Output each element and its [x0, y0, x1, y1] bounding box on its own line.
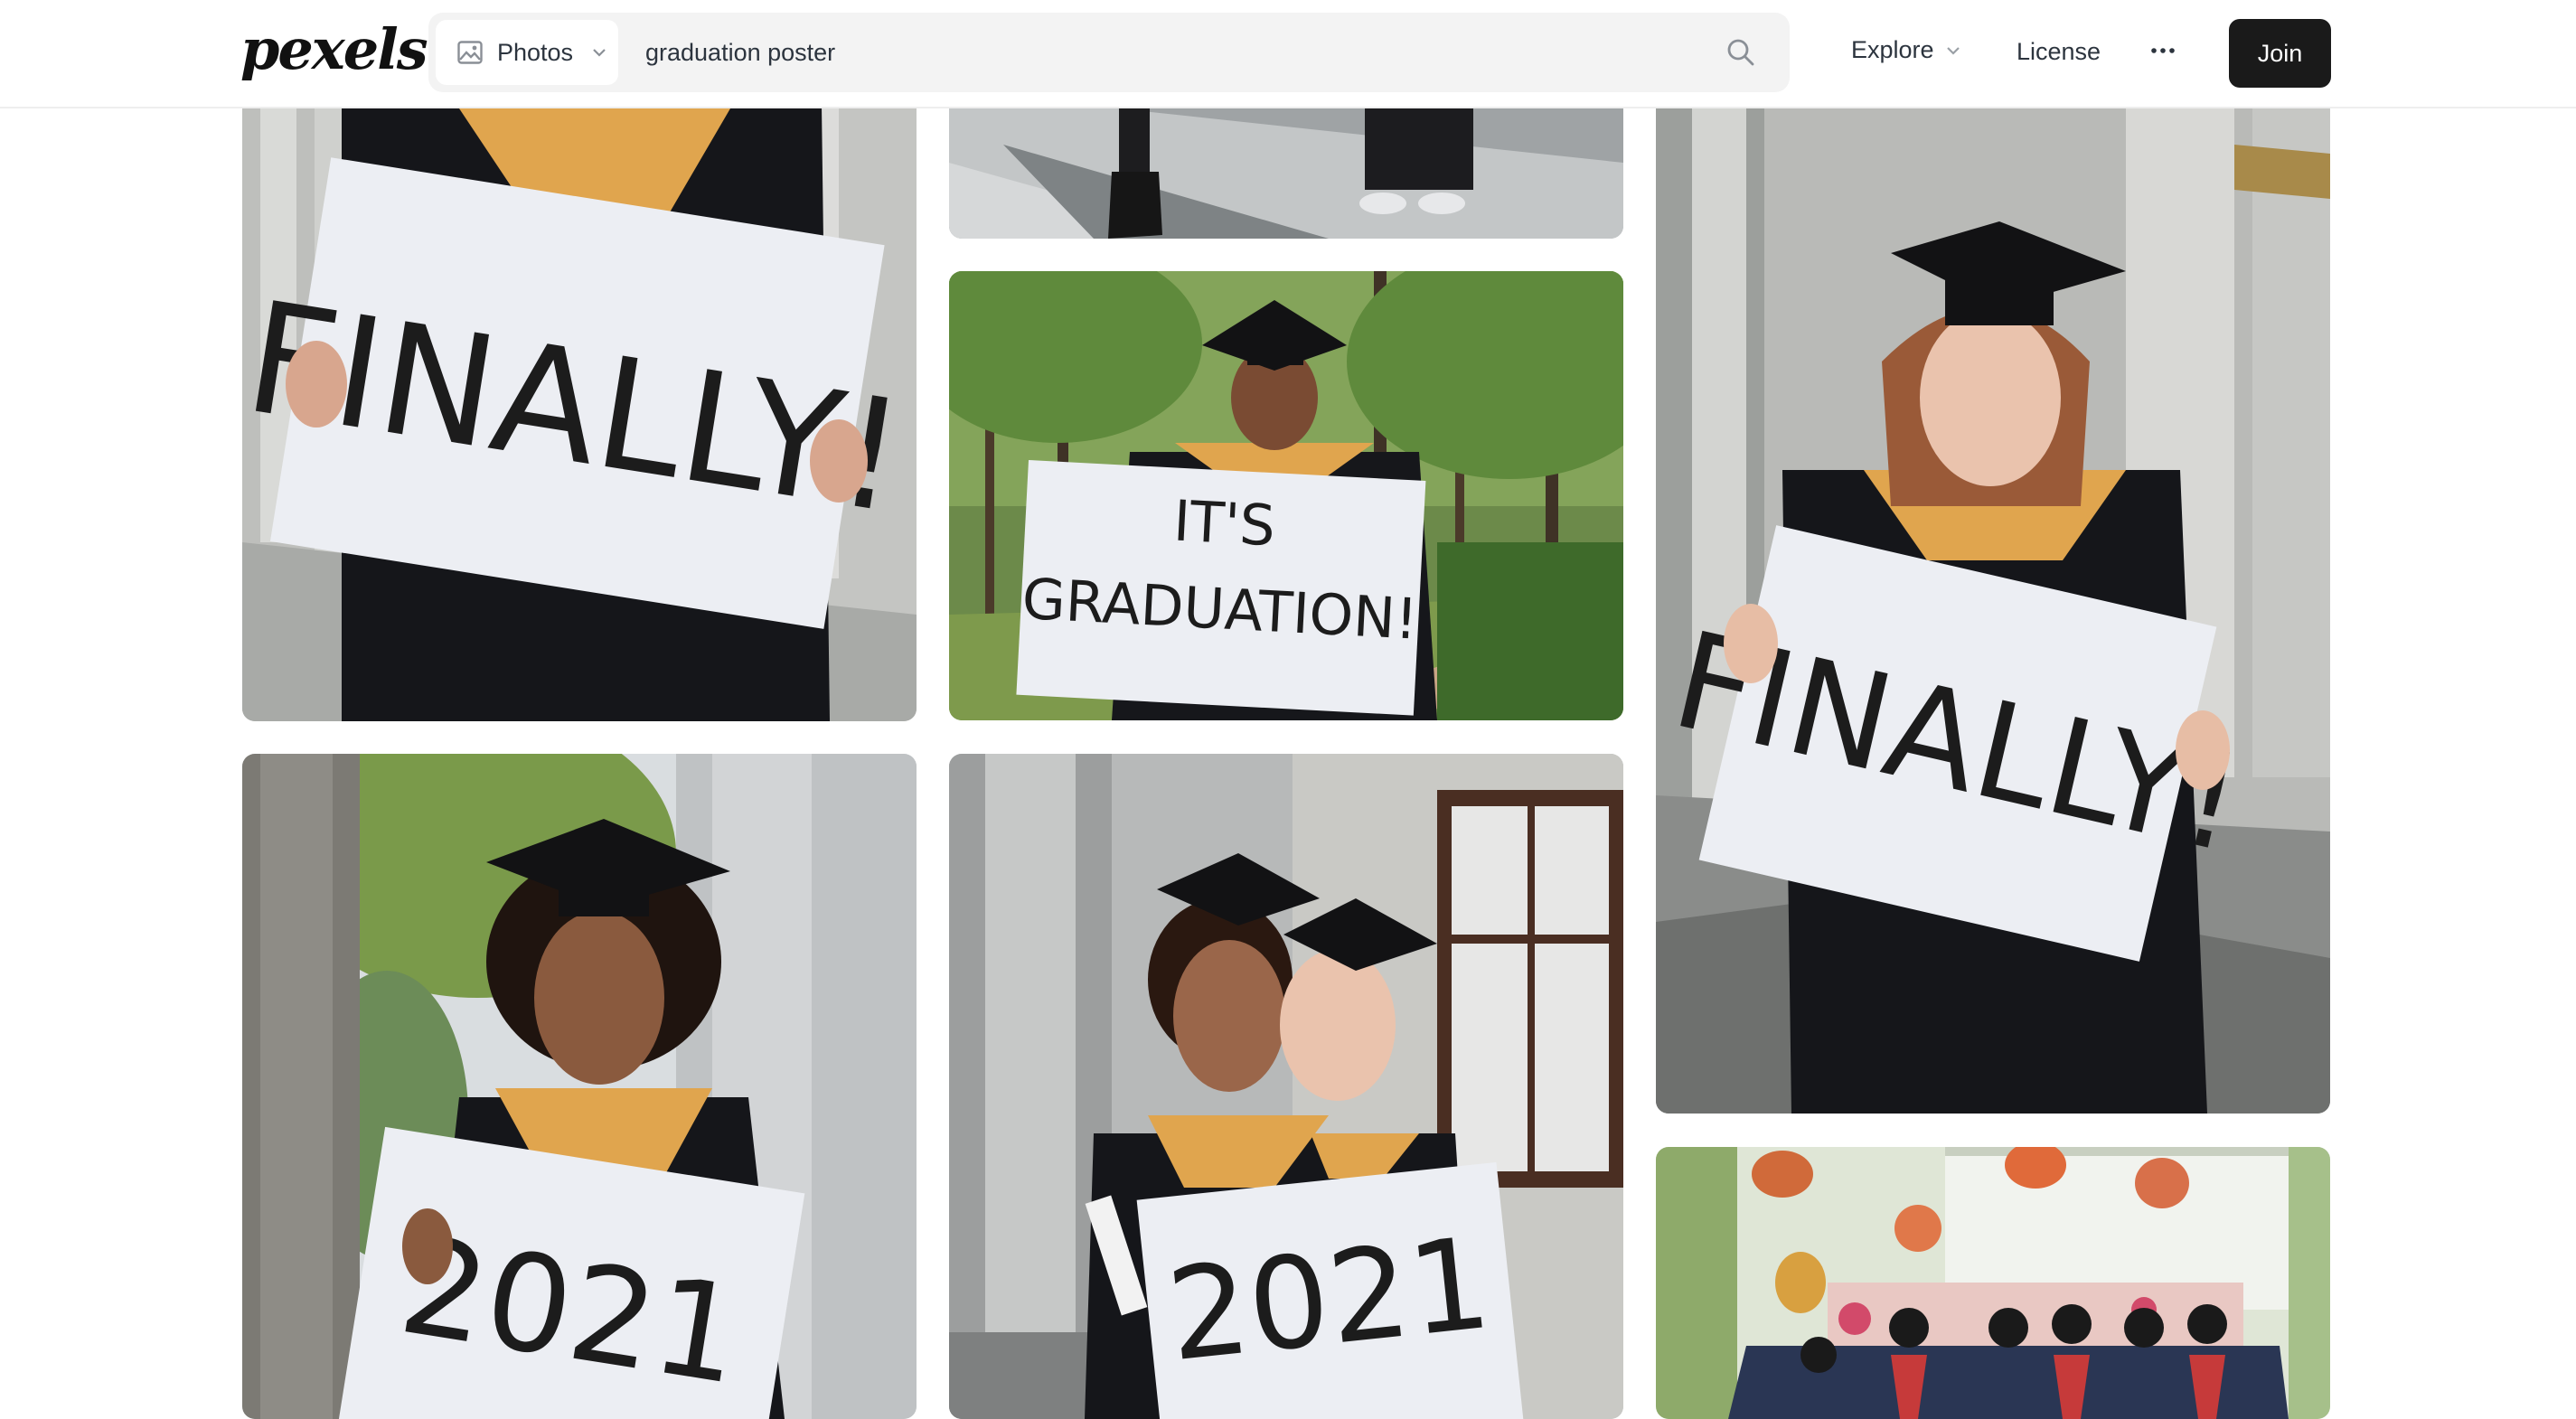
more-options-icon[interactable] [2149, 33, 2176, 69]
photo-card[interactable]: 2021 [949, 754, 1623, 1419]
sign-text-line1: IT'S [1172, 488, 1277, 559]
search-type-label: Photos [497, 38, 574, 66]
search-icon[interactable] [1725, 36, 1757, 69]
search-input[interactable] [645, 25, 1676, 80]
join-button[interactable]: Join [2229, 19, 2331, 88]
chevron-down-icon [1946, 46, 1960, 55]
top-navbar: pexels Photos Explore License J [0, 0, 2576, 108]
photo-image: IT'S GRADUATION! [949, 271, 1623, 720]
photo-card[interactable] [1656, 1147, 2330, 1419]
chevron-down-icon [593, 49, 606, 57]
photo-card[interactable]: FINALLY! [242, 36, 917, 721]
search-type-dropdown[interactable]: Photos [436, 20, 618, 85]
photo-image: FINALLY! [242, 36, 917, 721]
pexels-logo[interactable]: pexels [240, 16, 428, 82]
license-link[interactable]: License [2017, 38, 2101, 66]
photo-image: FINALLY! [1656, 90, 2330, 1114]
photo-card[interactable]: 2021 [242, 754, 917, 1419]
search-bar: Photos [428, 13, 1790, 92]
image-icon [457, 41, 483, 64]
explore-label: Explore [1851, 36, 1934, 63]
photo-image: 2021 [949, 754, 1623, 1419]
explore-menu[interactable]: Explore [1851, 36, 1961, 64]
photo-image [1656, 1147, 2330, 1419]
photo-card[interactable]: FINALLY! [1656, 90, 2330, 1114]
photo-image: 2021 [242, 754, 917, 1419]
photo-card[interactable]: IT'S GRADUATION! [949, 271, 1623, 720]
